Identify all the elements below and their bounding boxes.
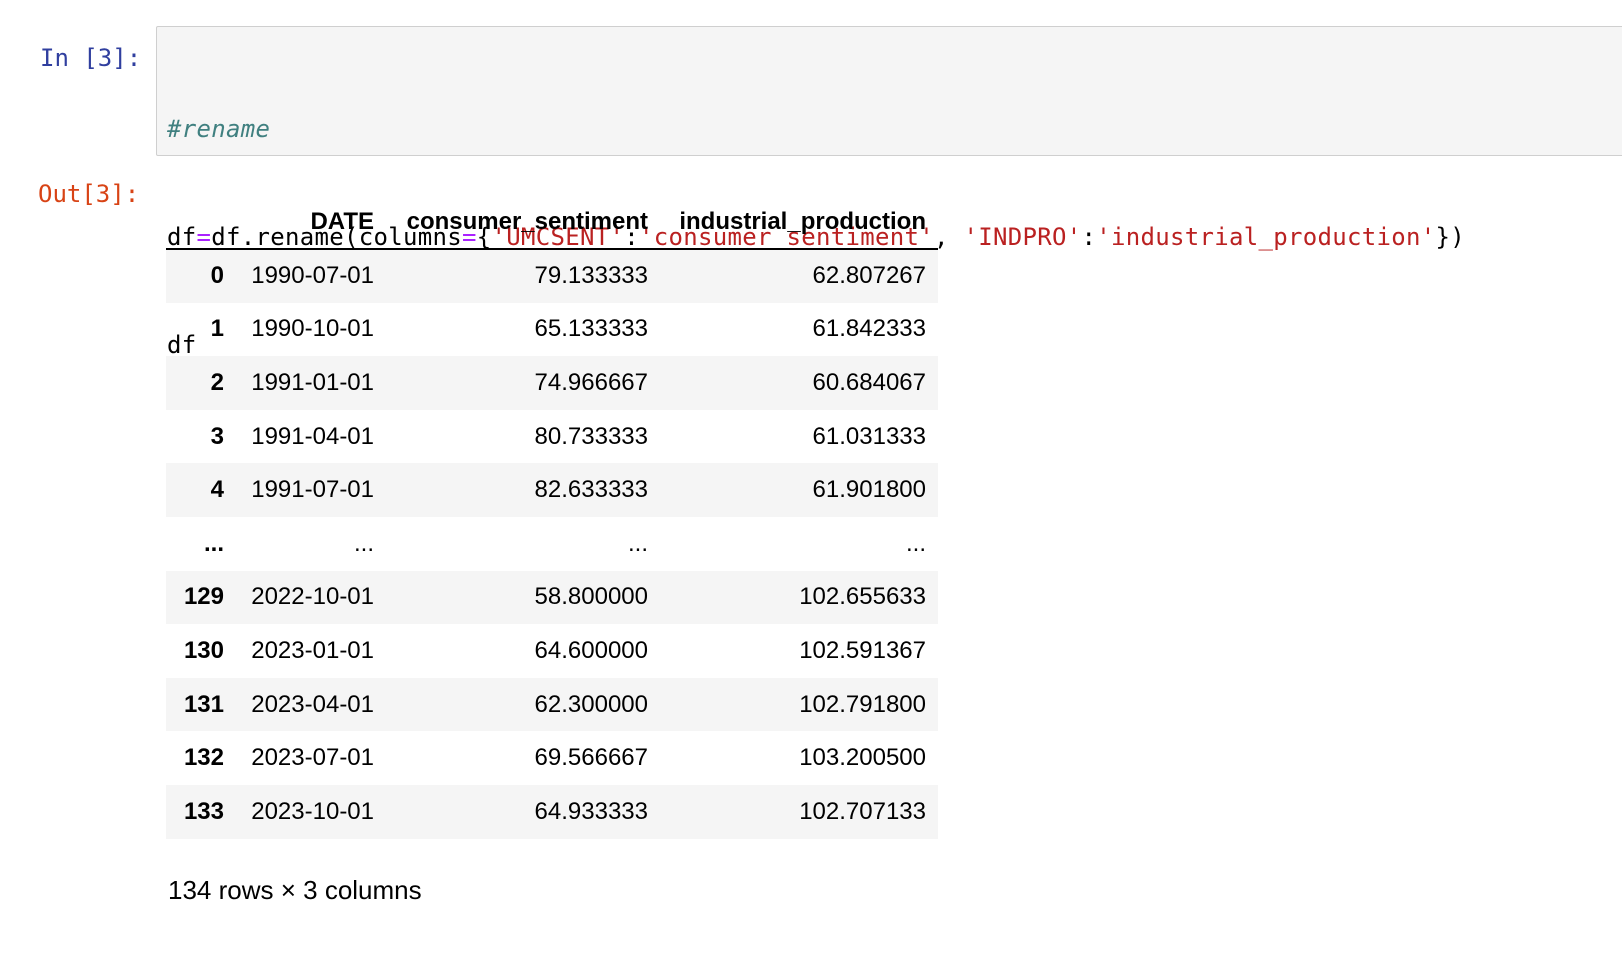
table-row: 3 1991-04-01 80.733333 61.031333 xyxy=(166,410,938,464)
row-index: 130 xyxy=(183,636,224,664)
cell-date: 2023-01-01 xyxy=(251,636,374,664)
table-row: 2 1991-01-01 74.966667 60.684067 xyxy=(166,356,938,410)
table-row: 4 1991-07-01 82.633333 61.901800 xyxy=(166,463,938,517)
table-row: 133 2023-10-01 64.933333 102.707133 xyxy=(166,784,938,839)
cell-industrial-production: 61.842333 xyxy=(812,315,926,343)
cell-date: 2023-10-01 xyxy=(251,797,374,825)
cell-industrial-production: 62.807267 xyxy=(812,262,926,290)
code-line-1: #rename xyxy=(167,111,1465,147)
cell-consumer-sentiment: 82.633333 xyxy=(534,476,648,504)
cell-industrial-production: 102.655633 xyxy=(799,583,926,611)
cell-industrial-production: ... xyxy=(905,529,926,557)
table-row: 132 2023-07-01 69.566667 103.200500 xyxy=(166,731,938,785)
row-index: 129 xyxy=(183,583,224,611)
ellipsis-row: ............ xyxy=(166,516,938,571)
row-index: 2 xyxy=(210,368,224,396)
row-index: 1 xyxy=(210,315,224,343)
cell-consumer-sentiment: 69.566667 xyxy=(534,744,648,772)
output-prompt: Out[3]: xyxy=(38,180,140,208)
cell-consumer-sentiment: 80.733333 xyxy=(534,422,648,450)
cell-date: 2023-07-01 xyxy=(251,744,374,772)
cell-date: 1990-10-01 xyxy=(251,315,374,343)
cell-date: 2022-10-01 xyxy=(251,583,374,611)
code-token: }) xyxy=(1435,223,1465,251)
code-token: , xyxy=(933,223,964,251)
cell-consumer-sentiment: 64.600000 xyxy=(534,636,648,664)
cell-industrial-production: 102.591367 xyxy=(799,636,926,664)
table-row: 0 1990-07-01 79.133333 62.807267 xyxy=(166,249,938,303)
cell-consumer-sentiment: 79.133333 xyxy=(534,262,648,290)
row-index: 133 xyxy=(183,797,224,825)
row-index: 3 xyxy=(210,422,224,450)
cell-industrial-production: 60.684067 xyxy=(812,368,926,396)
cell-industrial-production: 102.707133 xyxy=(799,797,926,825)
table-body: 0 1990-07-01 79.133333 62.807267 1 1990-10-01… xyxy=(166,249,938,839)
input-prompt: In [3]: xyxy=(40,44,142,72)
cell-industrial-production: 61.031333 xyxy=(812,422,926,450)
index-header xyxy=(166,196,236,250)
column-header: consumer_sentiment xyxy=(386,196,660,250)
cell-date: ... xyxy=(353,529,374,557)
table-header-row: DATE consumer_sentiment industrial_produ… xyxy=(166,196,938,250)
cell-industrial-production: 61.901800 xyxy=(812,476,926,504)
cell-consumer-sentiment: ... xyxy=(627,529,648,557)
cell-date: 2023-04-01 xyxy=(251,690,374,718)
column-header: industrial_production xyxy=(660,196,938,250)
code-cell-editor[interactable]: #rename df=df.rename(columns={'UMCSENT':… xyxy=(156,26,1622,359)
code-string: 'industrial_production' xyxy=(1096,223,1436,251)
dataframe-shape: 134 rows × 3 columns xyxy=(168,875,422,905)
table-row: 1 1990-10-01 65.133333 61.842333 xyxy=(166,303,938,357)
cell-date: 1991-01-01 xyxy=(251,368,374,396)
table-row: 129 2022-10-01 58.800000 102.655633 xyxy=(166,570,938,625)
row-index: 0 xyxy=(210,262,224,290)
code-string: 'INDPRO' xyxy=(963,223,1082,251)
cell-consumer-sentiment: 62.300000 xyxy=(534,690,648,718)
column-header: DATE xyxy=(236,196,386,250)
dataframe-table: DATE consumer_sentiment industrial_produ… xyxy=(166,196,938,839)
row-index: ... xyxy=(203,529,224,557)
cell-consumer-sentiment: 65.133333 xyxy=(534,315,648,343)
cell-industrial-production: 102.791800 xyxy=(799,690,926,718)
output-area: DATE consumer_sentiment industrial_produ… xyxy=(166,196,938,839)
code-comment: #rename xyxy=(167,115,271,143)
row-index: 132 xyxy=(183,744,224,772)
cell-date: 1990-07-01 xyxy=(251,262,374,290)
cell-date: 1991-07-01 xyxy=(251,476,374,504)
table-row: 131 2023-04-01 62.300000 102.791800 xyxy=(166,677,938,732)
cell-industrial-production: 103.200500 xyxy=(799,744,926,772)
cell-date: 1991-04-01 xyxy=(251,422,374,450)
cell-consumer-sentiment: 74.966667 xyxy=(534,368,648,396)
code-token: : xyxy=(1081,223,1097,251)
cell-consumer-sentiment: 64.933333 xyxy=(534,797,648,825)
cell-consumer-sentiment: 58.800000 xyxy=(534,583,648,611)
table-row: 130 2023-01-01 64.600000 102.591367 xyxy=(166,624,938,678)
row-index: 4 xyxy=(210,476,224,504)
row-index: 131 xyxy=(183,690,224,718)
